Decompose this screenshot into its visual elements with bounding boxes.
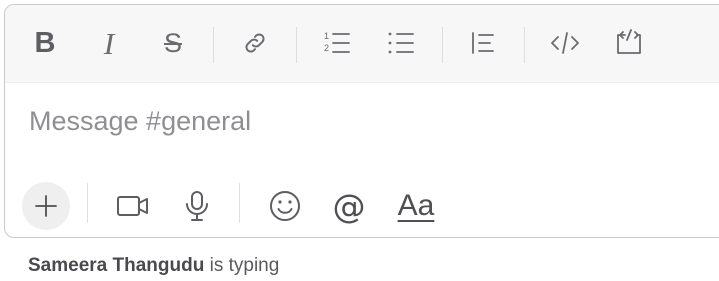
ordered-list-icon: 1 2 xyxy=(324,31,350,53)
composer-actions: @ Aa xyxy=(5,165,719,235)
message-input[interactable] xyxy=(29,101,709,141)
typing-text: is typing xyxy=(204,255,280,276)
mention-button[interactable]: @ xyxy=(325,182,373,230)
actions-divider xyxy=(87,183,88,223)
emoji-icon xyxy=(270,191,300,221)
microphone-icon xyxy=(186,191,208,221)
toolbar-divider xyxy=(213,27,214,63)
at-sign-icon: @ xyxy=(332,186,366,226)
plus-icon xyxy=(35,195,57,217)
text-format-label: Aa xyxy=(397,189,435,222)
emoji-button[interactable] xyxy=(261,182,309,230)
toolbar-divider xyxy=(524,27,525,63)
link-button[interactable] xyxy=(237,25,273,61)
typing-user-name: Sameera Thangudu xyxy=(28,255,205,276)
bold-icon: B xyxy=(34,26,56,59)
bullet-list-button[interactable] xyxy=(383,25,419,61)
strikethrough-button[interactable]: S xyxy=(155,25,191,61)
code-block-icon xyxy=(617,29,641,54)
bullet-list-icon xyxy=(388,32,414,54)
link-icon xyxy=(245,33,265,53)
typing-indicator: Sameera Thangudu is typing xyxy=(28,255,279,277)
toolbar-divider xyxy=(296,27,297,63)
code-block-button[interactable] xyxy=(611,25,647,61)
message-composer: B I S 1 2 Message #general @ Aa xyxy=(4,4,719,238)
video-camera-icon xyxy=(117,196,148,216)
italic-icon: I xyxy=(103,25,115,61)
audio-button[interactable] xyxy=(173,182,221,230)
svg-text:2: 2 xyxy=(324,43,329,53)
italic-button[interactable]: I xyxy=(91,25,127,61)
blockquote-icon xyxy=(472,32,494,54)
toolbar-divider xyxy=(442,27,443,63)
svg-text:1: 1 xyxy=(324,31,329,41)
strikethrough-icon: S xyxy=(163,27,182,58)
actions-divider xyxy=(239,183,240,223)
text-format-button[interactable]: Aa xyxy=(389,182,443,230)
bold-button[interactable]: B xyxy=(27,25,63,61)
blockquote-button[interactable] xyxy=(465,25,501,61)
code-button[interactable] xyxy=(547,25,583,61)
code-icon xyxy=(551,32,579,54)
ordered-list-button[interactable]: 1 2 xyxy=(319,25,355,61)
video-button[interactable] xyxy=(109,182,157,230)
attach-button[interactable] xyxy=(22,182,70,230)
formatting-toolbar: B I S 1 2 xyxy=(5,5,719,83)
